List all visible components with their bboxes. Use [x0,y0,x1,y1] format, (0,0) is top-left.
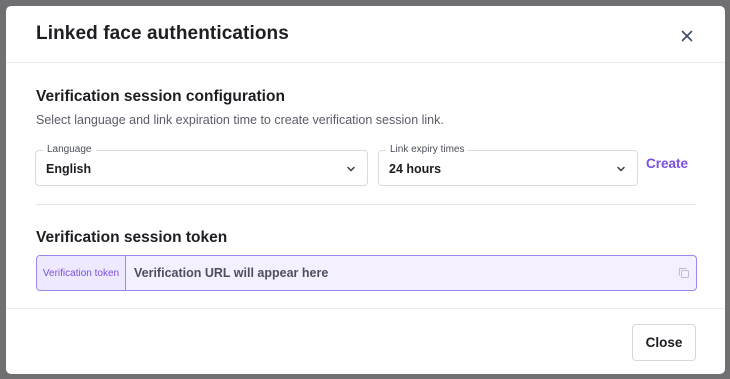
chevron-down-icon [617,166,625,172]
create-button[interactable]: Create [646,156,688,171]
close-icon-glyph [681,30,693,42]
verification-token-field: Verification token [36,255,697,291]
chevron-down-icon [347,166,355,172]
dialog-title: Linked face authentications [36,23,289,44]
linked-face-auth-dialog: Linked face authentications Verification… [6,6,725,374]
config-section-title: Verification session configuration [36,88,285,105]
close-button[interactable]: Close [632,324,696,361]
config-section-subtitle: Select language and link expiration time… [36,113,444,127]
dialog-header: Linked face authentications [6,6,725,63]
verification-url-input[interactable] [127,256,674,290]
expiry-value: 24 hours [389,162,442,176]
copy-icon[interactable] [678,267,690,279]
language-value: English [46,162,92,176]
language-label: Language [43,144,96,155]
dialog-footer: Close [6,308,725,374]
expiry-select[interactable]: Link expiry times 24 hours [378,144,638,186]
token-section-title: Verification session token [36,229,228,246]
close-icon[interactable] [676,25,698,47]
expiry-label: Link expiry times [386,144,469,155]
token-addon-label: Verification token [37,256,126,290]
section-divider [36,204,696,205]
language-select[interactable]: Language English [35,144,368,186]
